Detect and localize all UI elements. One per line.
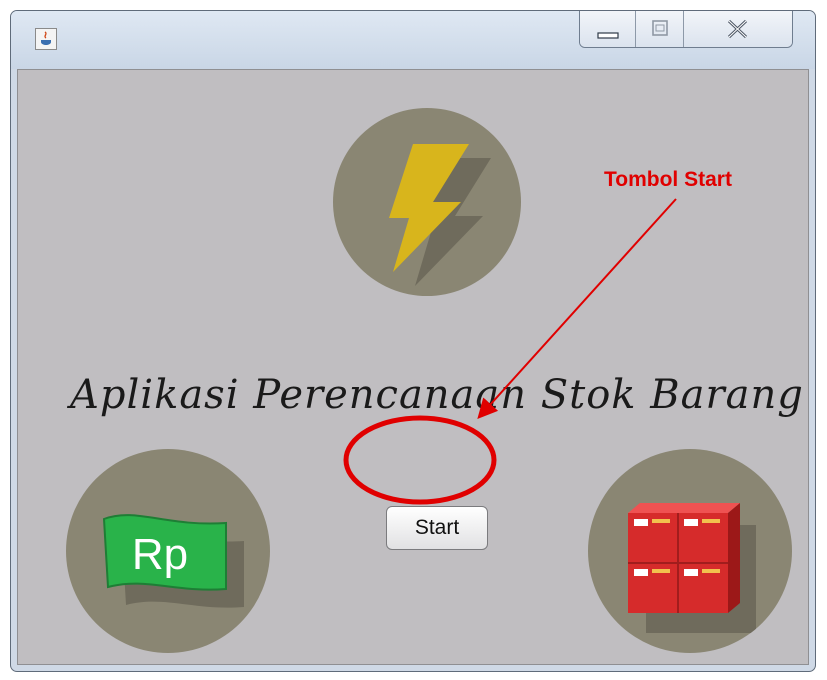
money-rp-text: Rp <box>132 530 188 579</box>
main-panel: Aplikasi Perencanaan Stok Barang Start R… <box>17 69 809 665</box>
maximize-icon <box>652 20 668 36</box>
annotation-label: Tombol Start <box>604 168 732 191</box>
lightning-circle <box>333 108 521 296</box>
java-icon[interactable] <box>35 28 57 50</box>
app-title: Aplikasi Perencanaan Stok Barang <box>70 372 804 418</box>
window-controls <box>579 11 793 48</box>
boxes-circle <box>588 449 792 653</box>
boxes-icon <box>628 503 756 633</box>
start-button[interactable]: Start <box>386 506 488 550</box>
title-bar <box>11 11 815 69</box>
close-icon <box>727 19 748 39</box>
money-rp-icon: Rp <box>102 514 244 608</box>
app-window: Aplikasi Perencanaan Stok Barang Start R… <box>10 10 816 672</box>
minimize-icon <box>597 32 619 39</box>
lightning-icon <box>389 144 491 286</box>
money-circle: Rp <box>66 449 270 653</box>
minimize-button[interactable] <box>580 11 636 47</box>
close-button[interactable] <box>684 11 792 47</box>
maximize-button[interactable] <box>636 11 684 47</box>
